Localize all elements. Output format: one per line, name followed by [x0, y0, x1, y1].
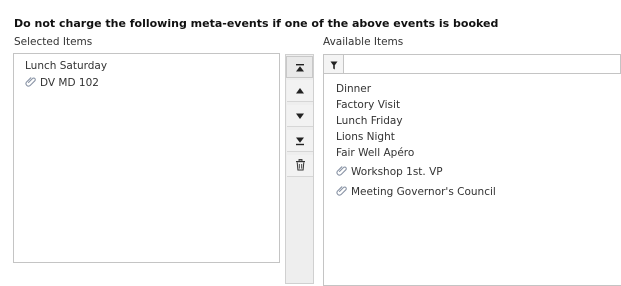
ordering-button-column: [285, 54, 314, 284]
move-to-top-button[interactable]: [286, 56, 313, 78]
available-item-label: Lunch Friday: [336, 115, 403, 127]
filter-icon: [330, 55, 338, 74]
filter-button[interactable]: [324, 55, 344, 73]
available-item-label: Fair Well Apéro: [336, 147, 415, 159]
selected-item-dv-md-102[interactable]: DV MD 102: [25, 76, 99, 89]
selected-items-list[interactable]: Lunch Saturday DV MD 102: [13, 53, 280, 263]
available-item-factory-visit[interactable]: Factory Visit: [336, 99, 400, 111]
arrow-up-icon: [295, 81, 305, 100]
available-items-label: Available Items: [323, 36, 404, 48]
selected-item-label: Lunch Saturday: [25, 60, 108, 72]
meta-event-heading: Do not charge the following meta-events …: [14, 17, 499, 30]
remove-item-button[interactable]: [287, 155, 313, 177]
available-item-meeting-governors-council[interactable]: Meeting Governor's Council: [336, 185, 496, 198]
available-item-label: Factory Visit: [336, 99, 401, 111]
available-item-lunch-friday[interactable]: Lunch Friday: [336, 115, 403, 127]
arrow-down-icon: [295, 106, 305, 125]
paperclip-icon: [336, 185, 348, 197]
move-to-top-icon: [295, 58, 305, 77]
available-item-dinner[interactable]: Dinner: [336, 83, 371, 95]
available-item-lions-night[interactable]: Lions Night: [336, 131, 395, 143]
move-up-button[interactable]: [287, 80, 313, 102]
move-to-bottom-icon: [295, 131, 305, 150]
selected-items-label: Selected Items: [14, 36, 93, 48]
available-item-label: Lions Night: [336, 131, 395, 143]
available-item-workshop-1st-vp[interactable]: Workshop 1st. VP: [336, 165, 443, 178]
move-to-bottom-button[interactable]: [287, 130, 313, 152]
move-down-button[interactable]: [287, 105, 313, 127]
selected-item-label: DV MD 102: [40, 77, 99, 89]
available-items-list[interactable]: Dinner Factory Visit Lunch Friday Lions …: [323, 74, 621, 286]
trash-icon: [295, 156, 306, 175]
available-filter: [323, 54, 621, 74]
available-item-label: Workshop 1st. VP: [351, 166, 443, 178]
available-item-label: Dinner: [336, 83, 372, 95]
selected-item-lunch-saturday[interactable]: Lunch Saturday: [25, 60, 107, 72]
filter-input[interactable]: [345, 56, 621, 72]
available-item-label: Meeting Governor's Council: [351, 186, 496, 198]
paperclip-icon: [25, 76, 37, 88]
paperclip-icon: [336, 165, 348, 177]
available-item-fair-well-apero[interactable]: Fair Well Apéro: [336, 147, 414, 159]
